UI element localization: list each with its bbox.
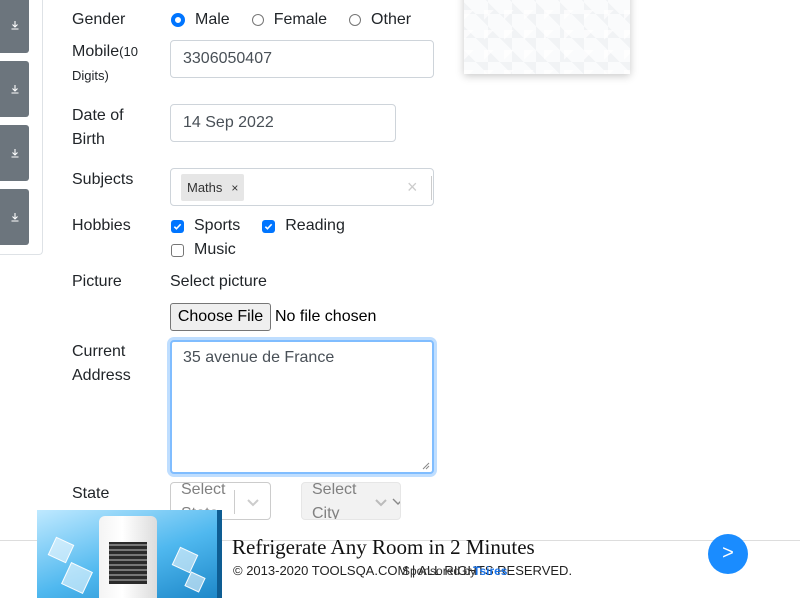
subject-chip: Maths × bbox=[181, 174, 245, 201]
ad-next-button[interactable]: > bbox=[708, 534, 748, 574]
chevron-down-icon bbox=[392, 498, 400, 505]
chevron-down-icon[interactable] bbox=[374, 495, 388, 509]
air-cooler-picture bbox=[99, 516, 157, 598]
hobby-music-checkbox[interactable] bbox=[171, 243, 184, 257]
checkmark-icon bbox=[173, 223, 182, 230]
gender-female-radio[interactable] bbox=[251, 14, 264, 26]
download-icon bbox=[11, 213, 18, 222]
clear-icon[interactable]: × bbox=[407, 177, 418, 198]
hobby-reading-label[interactable]: Reading bbox=[285, 214, 345, 238]
current-address-value: 35 avenue de France bbox=[183, 349, 335, 366]
mobile-input[interactable]: 3306050407 bbox=[170, 40, 434, 78]
ad-image-edge bbox=[217, 510, 222, 598]
city-select[interactable]: Select City bbox=[301, 482, 401, 520]
address-label-line1: Current bbox=[72, 343, 126, 360]
address-label-line2: Address bbox=[72, 367, 131, 384]
mobile-hint-digits: Digits) bbox=[72, 68, 109, 83]
download-icon bbox=[11, 21, 18, 30]
gender-male-label[interactable]: Male bbox=[195, 8, 230, 32]
picture-label: Picture bbox=[72, 273, 122, 290]
hobbies-row-1: Sports Reading bbox=[171, 214, 367, 238]
gender-female-label[interactable]: Female bbox=[274, 8, 327, 32]
chip-remove-icon[interactable]: × bbox=[227, 181, 244, 195]
gender-other-label[interactable]: Other bbox=[371, 8, 411, 32]
gender-male-radio[interactable] bbox=[171, 13, 185, 27]
hobbies-label: Hobbies bbox=[72, 217, 131, 234]
select-picture-label: Select picture bbox=[170, 273, 267, 290]
download-icon bbox=[11, 85, 18, 94]
sidebar-download-button-2[interactable] bbox=[0, 61, 29, 117]
sidebar-download-button-4[interactable] bbox=[0, 189, 29, 245]
date-of-birth-input[interactable]: 14 Sep 2022 bbox=[170, 104, 396, 142]
gender-radio-group: Male Female Other bbox=[171, 8, 433, 32]
hobby-reading-checkbox[interactable] bbox=[262, 219, 276, 233]
gender-label: Gender bbox=[72, 11, 126, 28]
sponsor-name[interactable]: Tsires bbox=[473, 563, 507, 579]
banner-image bbox=[464, 0, 630, 74]
ad-image[interactable] bbox=[37, 510, 217, 598]
download-icon bbox=[11, 149, 18, 158]
subject-chip-label: Maths bbox=[187, 180, 223, 195]
hobbies-row-2: Music bbox=[171, 238, 258, 262]
choose-file-button[interactable]: Choose File bbox=[170, 303, 271, 331]
current-address-textarea[interactable]: 35 avenue de France bbox=[170, 340, 434, 474]
state-separator bbox=[234, 490, 235, 514]
ad-title[interactable]: Refrigerate Any Room in 2 Minutes bbox=[232, 534, 535, 560]
mobile-label: Mobile(10 bbox=[72, 40, 138, 64]
chevron-down-icon[interactable] bbox=[246, 495, 260, 509]
mobile-label-text: Mobile bbox=[72, 43, 120, 60]
dob-label-line1: Date of bbox=[72, 107, 124, 124]
checkmark-icon bbox=[265, 223, 273, 230]
city-placeholder: Select City bbox=[312, 482, 357, 520]
sidebar-download-button-3[interactable] bbox=[0, 125, 29, 181]
gender-other-radio[interactable] bbox=[349, 14, 362, 26]
sidebar-download-button-1[interactable] bbox=[0, 0, 29, 53]
dob-label-line2: Birth bbox=[72, 131, 105, 148]
subjects-input[interactable]: Maths × × bbox=[170, 168, 434, 206]
subjects-separator bbox=[431, 176, 432, 200]
subjects-label: Subjects bbox=[72, 171, 134, 188]
hobby-sports-checkbox[interactable] bbox=[171, 219, 184, 233]
hobby-sports-label[interactable]: Sports bbox=[194, 214, 240, 238]
mobile-hint: (10 bbox=[119, 44, 138, 59]
resize-handle-icon[interactable] bbox=[422, 462, 430, 470]
hobby-music-label[interactable]: Music bbox=[194, 238, 236, 262]
file-status-text: No file chosen bbox=[275, 308, 377, 325]
sponsored-by-text: Sponsored by bbox=[402, 564, 477, 578]
state-label: State bbox=[72, 485, 110, 502]
